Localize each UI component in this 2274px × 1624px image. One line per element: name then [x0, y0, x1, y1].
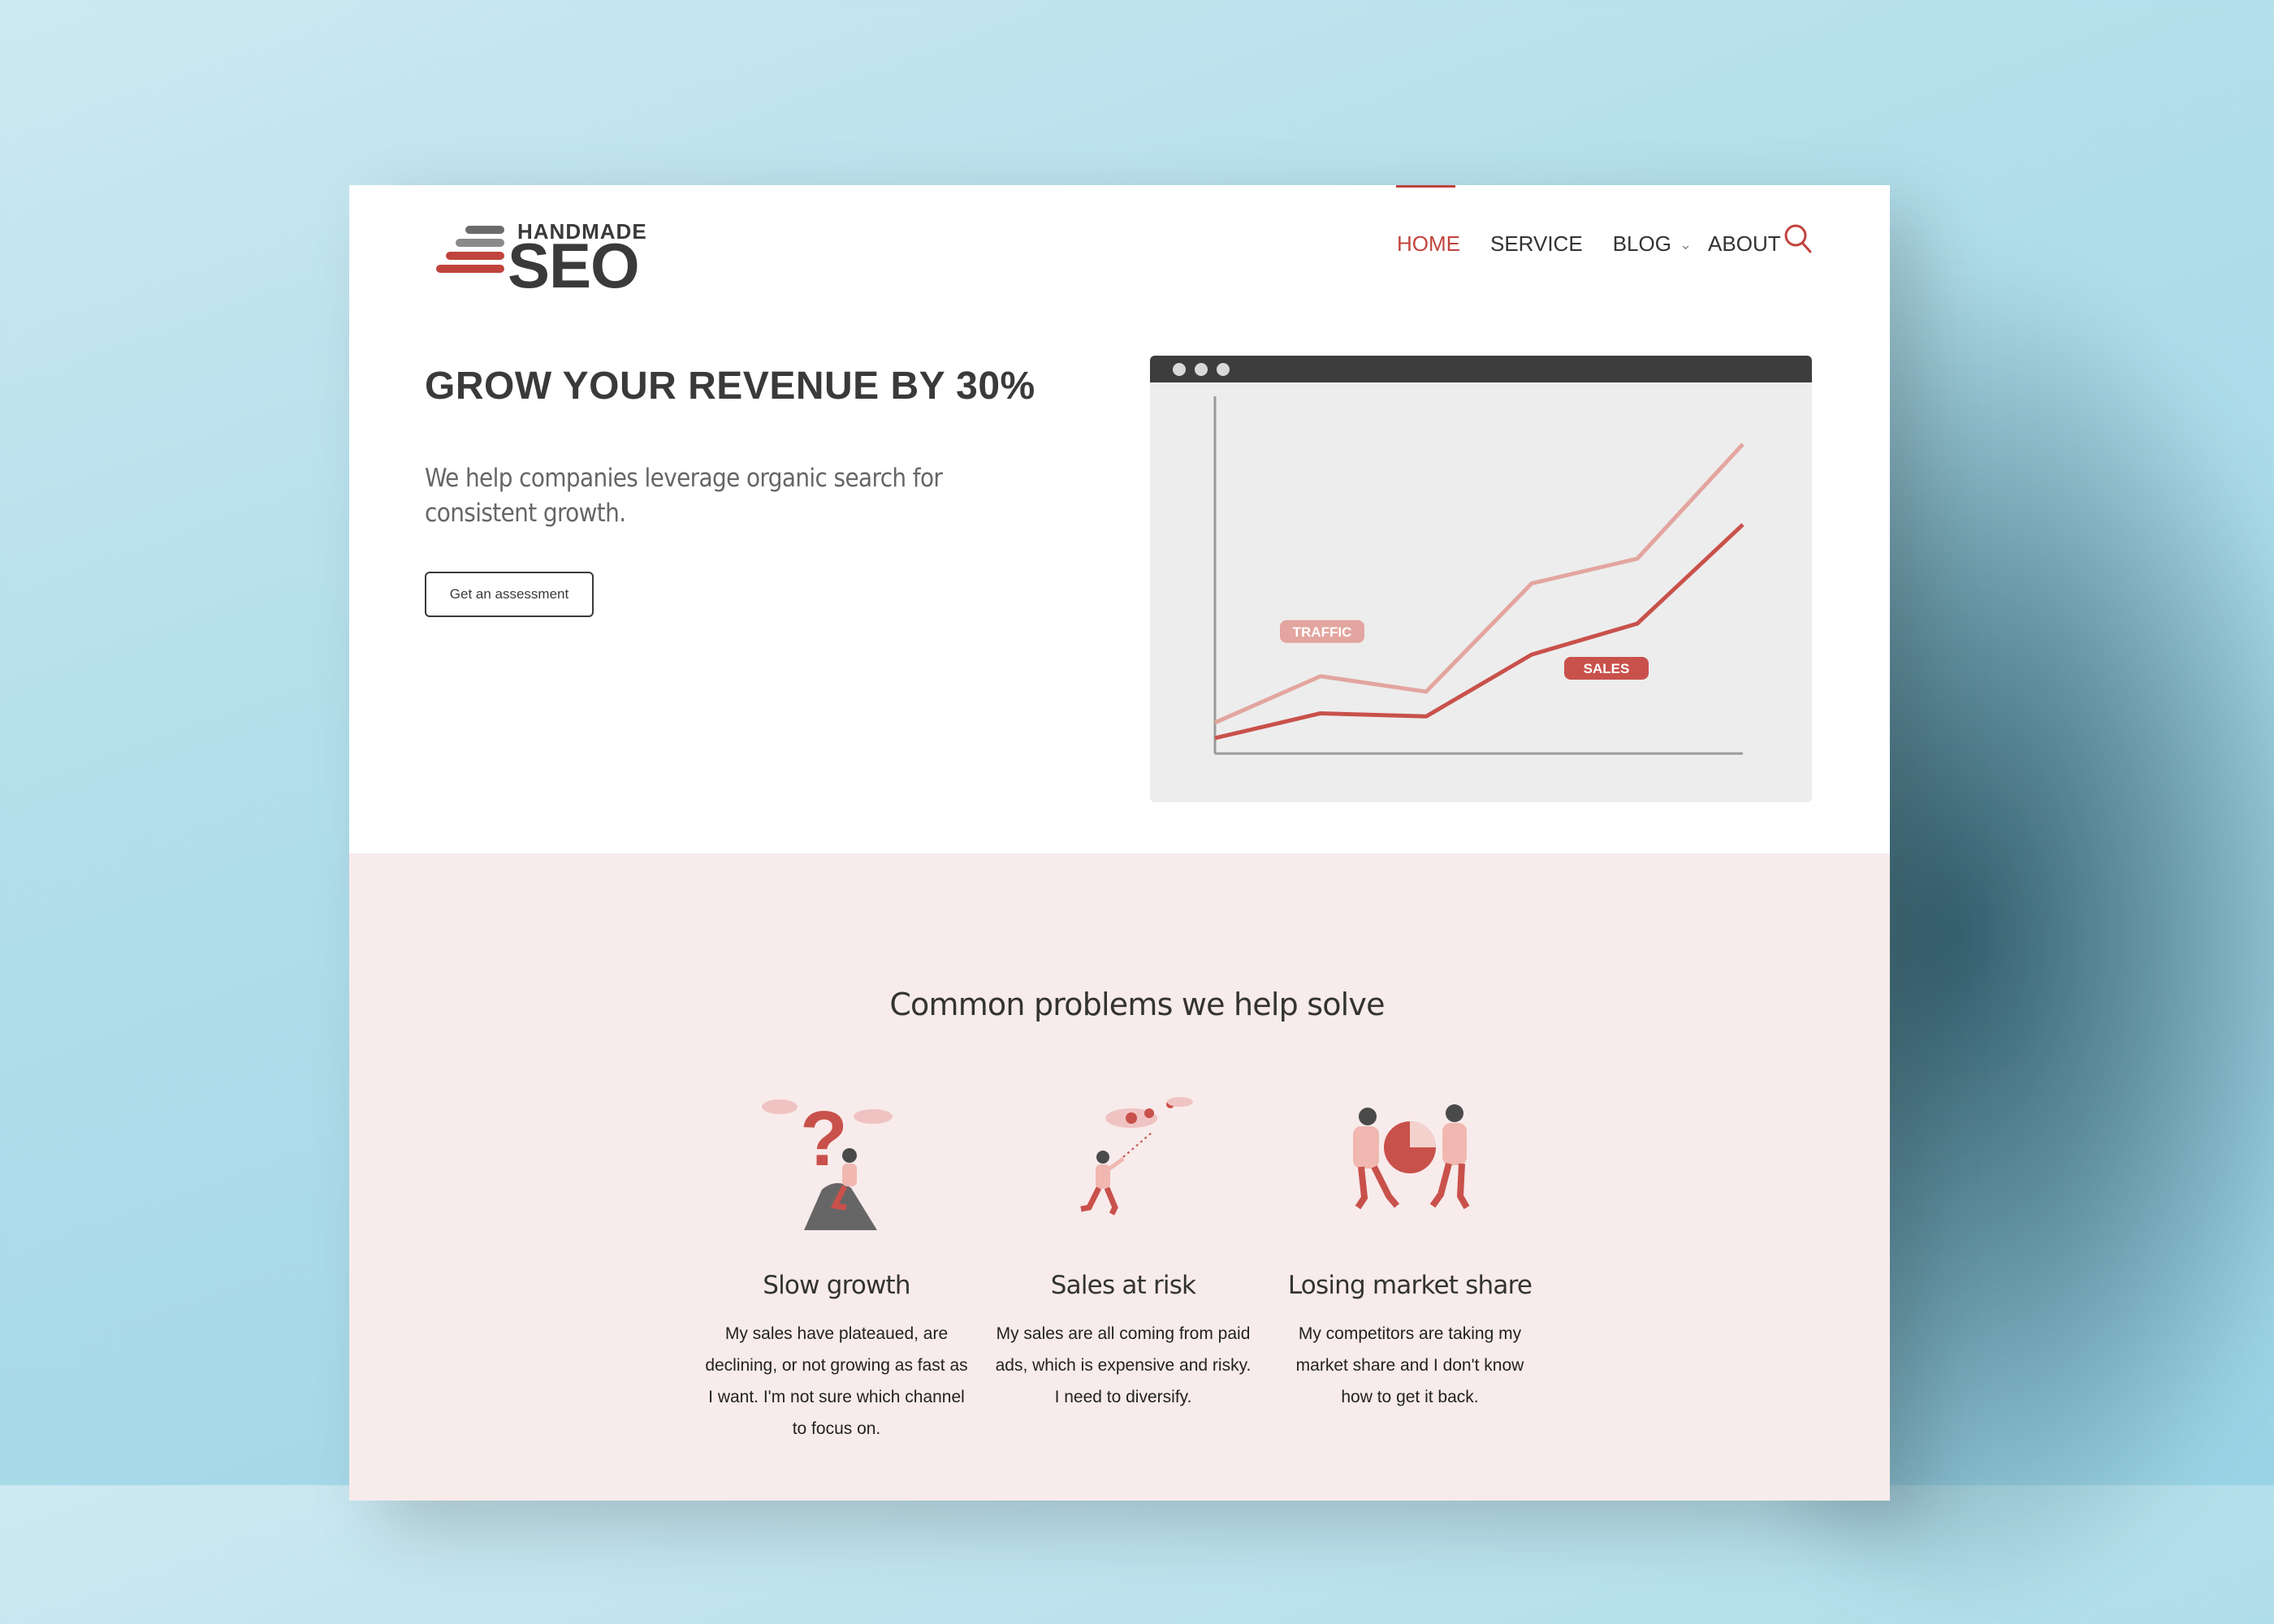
- chasing-money-illustration: [1080, 1097, 1193, 1216]
- browser-titlebar: [1150, 356, 1812, 382]
- logo[interactable]: HANDMADE SEO: [426, 201, 662, 297]
- nav-service[interactable]: SERVICE: [1490, 231, 1583, 257]
- pie-tug-of-war-illustration: [1353, 1104, 1470, 1210]
- problems-heading: Common problems we help solve: [889, 987, 1385, 1022]
- browser-chart-illustration: TRAFFIC SALES: [1150, 356, 1812, 802]
- hero-subtitle: We help companies leverage organic searc…: [425, 464, 943, 528]
- problem-card-slow-growth: ? Slow growth My sales have plateaued, a…: [698, 1092, 975, 1445]
- card-text: My sales are all coming from paid ads, w…: [995, 1324, 1252, 1406]
- browser-window: [1150, 356, 1812, 802]
- svg-text:?: ?: [800, 1095, 848, 1182]
- problem-card-losing-market-share: Losing market share My competitors are t…: [1272, 1092, 1548, 1413]
- chevron-down-icon: ⌄: [1679, 235, 1693, 253]
- card-title: Slow growth: [763, 1271, 910, 1300]
- nav-blog-label: BLOG: [1612, 231, 1671, 256]
- series-label-traffic: TRAFFIC: [1293, 624, 1352, 640]
- nav-about[interactable]: ABOUT: [1708, 231, 1781, 257]
- card-title: Sales at risk: [1050, 1271, 1196, 1300]
- confused-person-illustration: ?: [762, 1095, 893, 1230]
- nav-blog[interactable]: BLOG ⌄: [1613, 231, 1692, 257]
- get-assessment-button[interactable]: Get an assessment: [425, 572, 594, 617]
- card-text: My competitors are taking my market shar…: [1295, 1324, 1524, 1406]
- browser-dot-icon: [1217, 363, 1230, 376]
- problem-card-sales-at-risk: Sales at risk My sales are all coming fr…: [985, 1092, 1261, 1413]
- browser-dot-icon: [1173, 363, 1186, 376]
- card-title: Losing market share: [1287, 1271, 1533, 1300]
- nav-active-indicator: [1396, 185, 1455, 188]
- hero-title: GROW YOUR REVENUE BY 30%: [425, 365, 1035, 408]
- card-text: My sales have plateaued, are declining, …: [705, 1324, 968, 1438]
- search-icon[interactable]: [1783, 222, 1813, 255]
- browser-dot-icon: [1195, 363, 1208, 376]
- logo-word-seo: SEO: [508, 230, 640, 301]
- series-label-sales: SALES: [1584, 661, 1630, 676]
- nav-home[interactable]: HOME: [1397, 231, 1460, 257]
- main-nav: HOME SERVICE BLOG ⌄ ABOUT: [1397, 227, 1811, 260]
